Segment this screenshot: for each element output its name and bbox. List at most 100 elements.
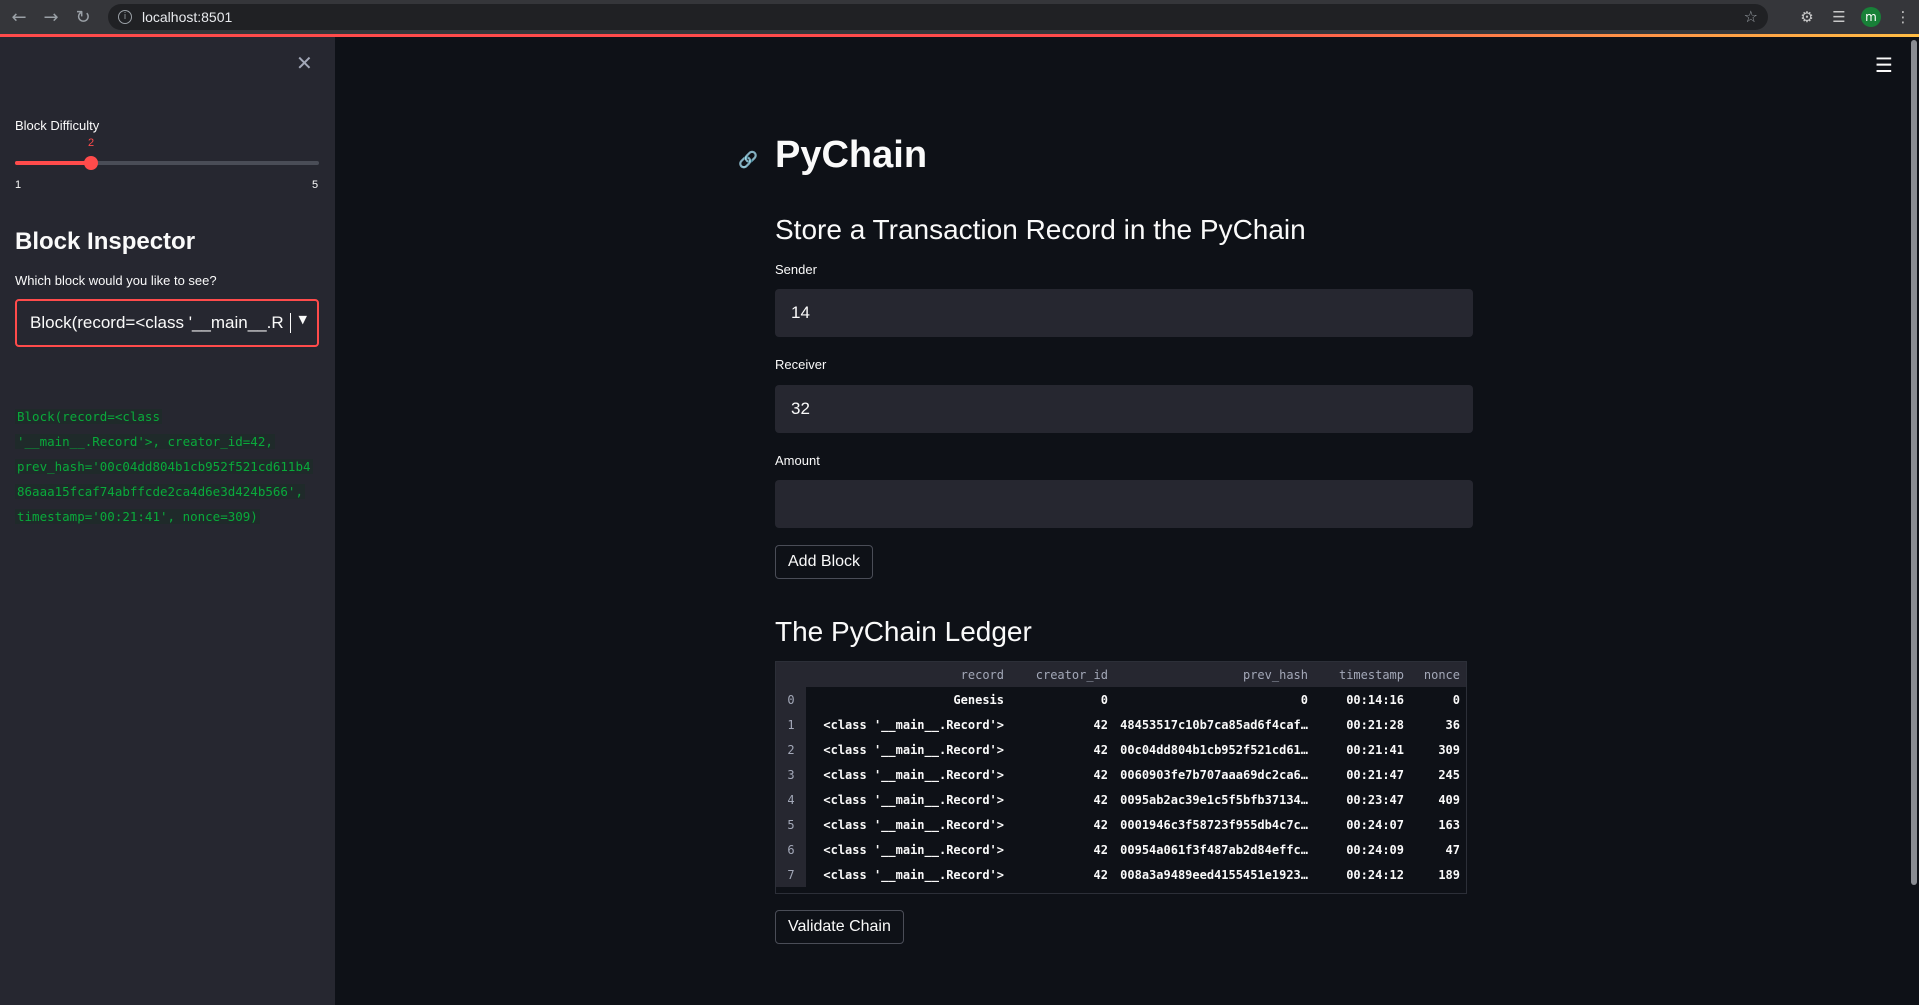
table-cell: 42 — [1093, 792, 1108, 807]
page-scrollbar[interactable] — [1911, 40, 1917, 885]
reading-list-icon[interactable]: ☰ — [1823, 8, 1855, 26]
block-code-output: Block(record=<class '__main__.Record'>, … — [15, 404, 320, 529]
table-cell: 0001946c3f58723f955db4c7c… — [1120, 817, 1308, 832]
table-row[interactable]: 7 <class '__main__.Record'> 42 008a3a9489ee… — [776, 862, 1466, 887]
column-header[interactable]: nonce — [1410, 662, 1466, 687]
table-row[interactable]: 1 <class '__main__.Record'> 42 48453517c10b… — [776, 712, 1466, 737]
close-sidebar-icon[interactable]: ✕ — [296, 51, 313, 75]
code-line: prev_hash='00c04dd804b1cb952f521cd611b4 — [15, 459, 313, 474]
column-header[interactable]: prev_hash — [1114, 662, 1314, 687]
table-cell: 00954a061f3f487ab2d84effc… — [1120, 842, 1308, 857]
browser-menu-icon[interactable]: ⋮ — [1887, 8, 1919, 26]
anchor-link-icon[interactable]: 🔗 — [738, 150, 758, 169]
profile-avatar-wrap: m — [1855, 7, 1887, 27]
profile-avatar[interactable]: m — [1861, 7, 1881, 27]
slider-fill — [15, 161, 91, 165]
add-block-button[interactable]: Add Block — [775, 545, 874, 579]
table-cell: 163 — [1438, 817, 1460, 832]
table-row[interactable]: 2 <class '__main__.Record'> 42 00c04dd804b1… — [776, 737, 1466, 762]
sender-input[interactable] — [775, 289, 1473, 337]
forward-icon[interactable]: → — [38, 4, 64, 30]
table-cell: 42 — [1093, 842, 1108, 857]
ledger-heading: The PyChain Ledger — [775, 616, 1032, 647]
table-cell: 00:24:07 — [1346, 817, 1404, 832]
row-index: 0 — [776, 687, 806, 712]
table-row[interactable]: 5 <class '__main__.Record'> 42 0001946c3f58… — [776, 812, 1466, 837]
table-row[interactable]: 4 <class '__main__.Record'> 42 0095ab2ac39e… — [776, 787, 1466, 812]
receiver-label: Receiver — [775, 357, 827, 372]
table-cell: 36 — [1445, 717, 1460, 732]
column-header[interactable]: timestamp — [1314, 662, 1410, 687]
column-header[interactable]: record — [806, 662, 1010, 687]
table-cell: 00:21:28 — [1346, 717, 1404, 732]
url-text[interactable]: localhost:8501 — [142, 9, 232, 25]
block-select-value[interactable]: Block(record=<class '__main__.R... — [30, 313, 285, 333]
validate-chain-button[interactable]: Validate Chain — [775, 910, 904, 944]
difficulty-label: Block Difficulty — [15, 118, 100, 133]
receiver-input[interactable] — [775, 385, 1473, 433]
table-cell: 47 — [1445, 842, 1460, 857]
table-row[interactable]: 6 <class '__main__.Record'> 42 00954a061f3f… — [776, 837, 1466, 862]
table-cell: 42 — [1093, 717, 1108, 732]
block-inspector-heading: Block Inspector — [15, 228, 196, 255]
back-icon[interactable]: ← — [6, 4, 32, 30]
table-cell: 00c04dd804b1cb952f521cd61… — [1120, 742, 1308, 757]
table-row[interactable]: 0 Genesis 0 0 00:14:16 0 — [776, 687, 1466, 712]
table-cell: 00:14:16 — [1346, 692, 1404, 707]
table-cell: 409 — [1438, 792, 1460, 807]
main-menu-icon[interactable]: ☰ — [1875, 53, 1893, 77]
table-cell: 42 — [1093, 867, 1108, 882]
row-index: 4 — [776, 787, 806, 812]
table-cell: <class '__main__.Record'> — [823, 767, 1004, 782]
table-cell: 0 — [1300, 692, 1308, 707]
ledger-table[interactable]: record creator_id prev_hash timestamp no… — [775, 661, 1467, 894]
table-cell: 00:21:41 — [1346, 742, 1404, 757]
table-cell: <class '__main__.Record'> — [823, 867, 1004, 882]
table-cell: 00:24:09 — [1346, 842, 1404, 857]
slider-min-label: 1 — [15, 179, 22, 191]
site-info-icon[interactable]: i — [118, 10, 132, 24]
column-header[interactable]: creator_id — [1010, 662, 1114, 687]
table-cell: 42 — [1093, 742, 1108, 757]
extensions-icon[interactable]: ⚙ — [1791, 8, 1823, 26]
table-cell: 0 — [1100, 692, 1108, 707]
bookmark-star-icon[interactable]: ☆ — [1744, 7, 1758, 26]
row-index: 6 — [776, 837, 806, 862]
slider-current-value: 2 — [88, 137, 95, 149]
table-cell: 0095ab2ac39e1c5f5bfb37134… — [1120, 792, 1308, 807]
block-selectbox[interactable]: Block(record=<class '__main__.R... ▼ — [15, 299, 319, 347]
table-cell: Genesis — [953, 692, 1004, 707]
table-row[interactable]: 3 <class '__main__.Record'> 42 0060903fe7b7… — [776, 762, 1466, 787]
table-cell: <class '__main__.Record'> — [823, 792, 1004, 807]
code-line: 86aaa15fcaf74abffcde2ca4d6e3d424b566', — [15, 484, 305, 499]
table-cell: 42 — [1093, 817, 1108, 832]
row-index: 1 — [776, 712, 806, 737]
form-heading: Store a Transaction Record in the PyChai… — [775, 214, 1306, 245]
difficulty-slider[interactable] — [15, 156, 319, 170]
amount-input[interactable] — [775, 480, 1473, 528]
chevron-down-icon[interactable]: ▼ — [299, 313, 307, 326]
code-line: Block(record=<class — [15, 409, 162, 424]
table-cell: <class '__main__.Record'> — [823, 817, 1004, 832]
page-title: PyChain — [775, 134, 928, 176]
reload-icon[interactable]: ↻ — [70, 4, 96, 30]
table-cell: 48453517c10b7ca85ad6f4caf… — [1120, 717, 1308, 732]
row-index: 3 — [776, 762, 806, 787]
table-cell: 0060903fe7b707aaa69dc2ca6… — [1120, 767, 1308, 782]
code-line: timestamp='00:21:41', nonce=309) — [15, 509, 260, 524]
table-cell: 008a3a9489eed4155451e1923… — [1120, 867, 1308, 882]
table-cell: <class '__main__.Record'> — [823, 842, 1004, 857]
amount-label: Amount — [775, 453, 820, 468]
code-line: '__main__.Record'>, creator_id=42, — [15, 434, 275, 449]
table-cell: 0 — [1452, 692, 1460, 707]
select-separator — [290, 313, 291, 333]
browser-toolbar: ← → ↻ i localhost:8501 ☆ ⚙ ☰ m ⋮ — [0, 0, 1919, 34]
select-label: Which block would you like to see? — [15, 273, 217, 288]
table-header-row: record creator_id prev_hash timestamp no… — [776, 662, 1466, 687]
table-cell: 42 — [1093, 767, 1108, 782]
address-bar[interactable]: i localhost:8501 ☆ — [108, 4, 1768, 30]
row-index: 7 — [776, 862, 806, 887]
table-cell: <class '__main__.Record'> — [823, 742, 1004, 757]
slider-thumb[interactable] — [84, 156, 98, 170]
index-header — [776, 662, 806, 687]
